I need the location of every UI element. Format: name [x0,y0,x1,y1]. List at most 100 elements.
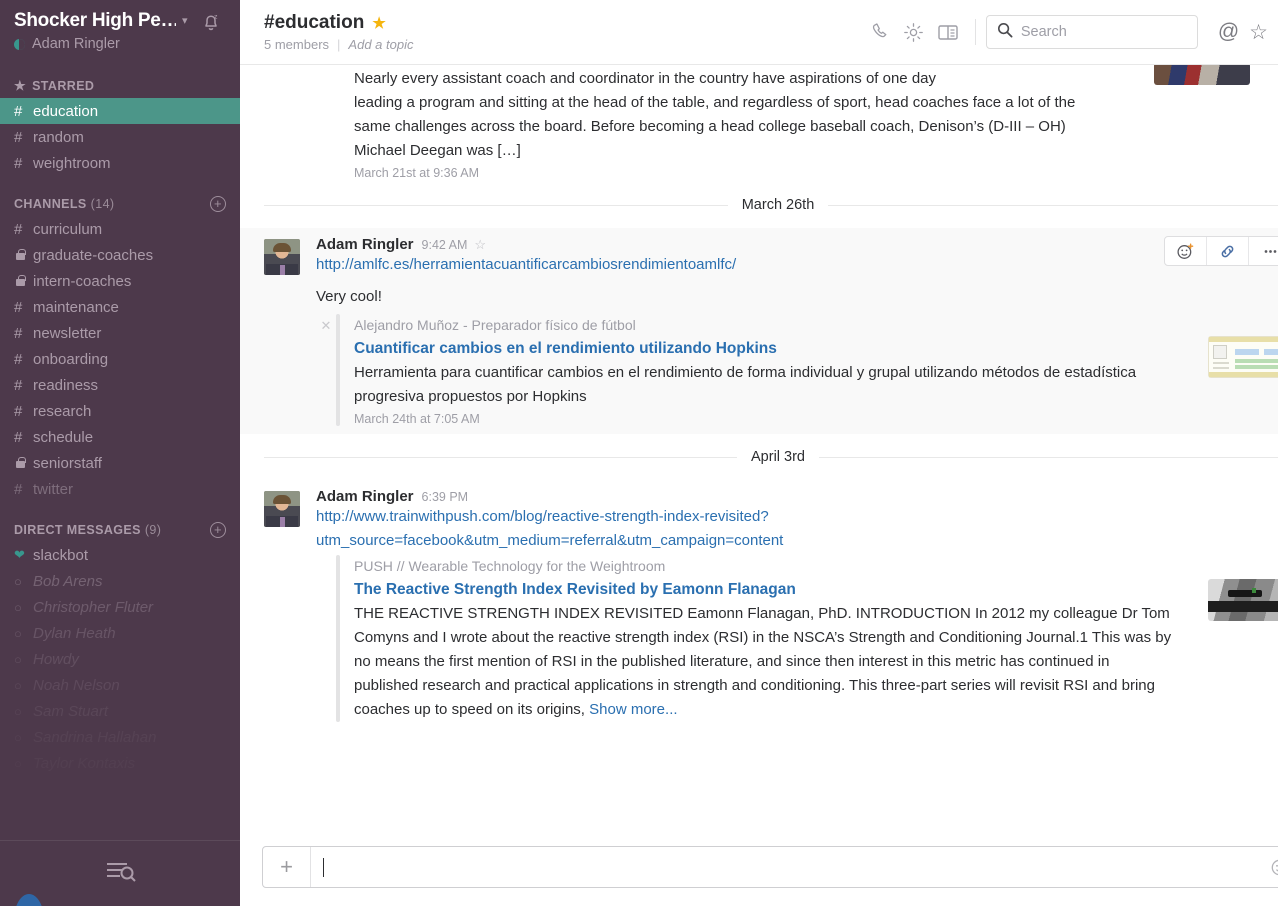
attachment-thumbnail[interactable] [1208,336,1278,378]
avatar[interactable] [264,239,300,275]
star-message-icon[interactable]: ☆ [474,237,486,253]
star-filled-icon[interactable]: ★ [372,14,385,32]
dm-item-label: slackbot [33,546,89,564]
sidebar-item-readiness[interactable]: # readiness [0,372,240,398]
dm-item-dylan-heath[interactable]: ○ Dylan Heath [0,620,240,646]
attachment-thumbnail[interactable] [1154,65,1250,85]
dismiss-attachment-icon[interactable] [316,67,336,180]
presence-away-icon: ○ [14,755,22,771]
date-divider-march-26: March 26th [240,182,1278,228]
add-channel-icon[interactable]: + [210,196,226,212]
text-caret [323,857,324,877]
message-author[interactable]: Adam Ringler [316,488,414,505]
file-search-icon[interactable] [103,858,137,889]
mentions-icon[interactable]: @ [1218,20,1239,44]
attachment-thumbnail[interactable] [1208,579,1278,621]
message-meta: Adam Ringler 9:42 AM ☆ [316,236,1278,253]
header-divider [974,19,976,45]
presence-away-icon: ○ [14,703,22,719]
attachment-description: THE REACTIVE STRENGTH INDEX REVISITED Ea… [354,602,1174,722]
sidebar-item-seniorstaff[interactable]: seniorstaff [0,450,240,476]
sidebar-item-research[interactable]: # research [0,398,240,424]
attachment-preview: Nearly every assistant coach and coordin… [316,65,1278,180]
dms-label: DIRECT MESSAGES [14,523,141,537]
dm-item-slackbot[interactable]: ❤ slackbot [0,542,240,568]
avatar-hair [273,495,291,504]
message-body: Nearly every assistant coach and coordin… [316,65,1278,180]
hash-icon: # [14,376,23,394]
sidebar-panel-icon[interactable] [931,15,965,49]
dm-item-bob-arens[interactable]: ○ Bob Arens [0,568,240,594]
sidebar-item-weightroom[interactable]: # weightroom [0,150,240,176]
add-topic-link[interactable]: Add a topic [348,37,413,52]
sidebar-item-label: curriculum [33,220,103,238]
bell-snooze-icon[interactable]: z [200,12,222,37]
attachment-title[interactable]: The Reactive Strength Index Revisited by… [354,577,1174,602]
channels-section-header[interactable]: CHANNELS (14) + [0,196,240,212]
channels-list: # curriculum graduate-coaches intern-coache… [0,216,240,502]
current-user-row[interactable]: Adam Ringler [14,36,226,52]
emoji-picker-icon[interactable] [1259,858,1278,877]
message-input[interactable] [311,847,1259,887]
sidebar-item-schedule[interactable]: # schedule [0,424,240,450]
sidebar-item-intern-coaches[interactable]: intern-coaches [0,268,240,294]
dm-item-label: Howdy [33,650,79,668]
message-timestamp[interactable]: 6:39 PM [422,490,469,504]
more-actions-icon[interactable] [1249,237,1278,265]
starred-section-header[interactable]: ★ STARRED [0,78,240,94]
message-timestamp[interactable]: 9:42 AM [422,238,468,252]
starred-items-icon[interactable]: ☆ [1249,20,1268,45]
message-scroll-area[interactable]: Nearly every assistant coach and coordin… [240,65,1278,834]
dm-item-sam-stuart[interactable]: ○ Sam Stuart [0,698,240,724]
dm-item-christopher-fluter[interactable]: ○ Christopher Fluter [0,594,240,620]
starred-label: STARRED [32,79,95,93]
message-link[interactable]: http://amlfc.es/herramientacuantificarca… [316,253,1278,277]
hash-icon: # [14,102,23,120]
composer-wrap: + [240,834,1278,906]
copy-link-icon[interactable] [1207,237,1249,265]
more-options-icon[interactable]: ⋮ 1 [1272,15,1278,49]
show-more-link[interactable]: Show more... [589,701,677,718]
attachment-title[interactable]: Cuantificar cambios en el rendimiento ut… [354,336,1174,361]
message-body: Adam Ringler 6:39 PM http://www.trainwit… [316,488,1278,722]
search-input[interactable]: Search [985,15,1198,49]
sidebar-item-random[interactable]: # random [0,124,240,150]
sidebar-item-label: graduate-coaches [33,246,154,264]
dms-section-header[interactable]: DIRECT MESSAGES (9) + [0,522,240,538]
sidebar-item-twitter[interactable]: # twitter [0,476,240,502]
sidebar-item-maintenance[interactable]: # maintenance [0,294,240,320]
dm-item-howdy[interactable]: ○ Howdy [0,646,240,672]
dm-item-noah-nelson[interactable]: ○ Noah Nelson [0,672,240,698]
sidebar-item-onboarding[interactable]: # onboarding [0,346,240,372]
add-attachment-icon[interactable]: + [263,847,311,887]
member-count[interactable]: 5 members [264,37,329,52]
add-dm-icon[interactable]: + [210,522,226,538]
dms-list: ❤ slackbot ○ Bob Arens ○ Christopher Fluter ○ D… [0,542,240,776]
sidebar-item-newsletter[interactable]: # newsletter [0,320,240,346]
search-placeholder: Search [1020,24,1067,40]
team-header[interactable]: Shocker High Pe… ▾ z Adam Ringler [0,0,240,58]
sidebar-item-education[interactable]: # education [0,98,240,124]
avatar[interactable] [264,491,300,527]
team-name-row[interactable]: Shocker High Pe… ▾ [14,10,226,32]
sidebar-item-graduate-coaches[interactable]: graduate-coaches [0,242,240,268]
svg-text:z: z [214,14,218,21]
message-author[interactable]: Adam Ringler [316,236,414,253]
divider: | [337,37,341,52]
add-reaction-icon[interactable] [1165,237,1207,265]
message-composer[interactable]: + [262,846,1278,888]
dismiss-attachment-icon[interactable] [316,555,336,722]
page-title[interactable]: #education ★ [264,12,413,34]
sidebar-item-curriculum[interactable]: # curriculum [0,216,240,242]
dm-item-taylor-kontaxis[interactable]: ○ Taylor Kontaxis [0,750,240,776]
avatar-tie [280,265,285,275]
hash-icon: # [14,402,23,420]
message-link[interactable]: http://www.trainwithpush.com/blog/reacti… [316,505,846,553]
dm-item-sandrina-hallahan[interactable]: ○ Sandrina Hallahan [0,724,240,750]
gear-icon[interactable] [897,15,931,49]
chevron-down-icon[interactable]: ▾ [182,15,188,27]
thumbnail-image [1208,579,1278,621]
channel-header: #education ★ 5 members | Add a topic Sea… [240,0,1278,65]
dismiss-attachment-icon[interactable]: ✕ [316,314,336,426]
call-icon[interactable] [863,15,897,49]
